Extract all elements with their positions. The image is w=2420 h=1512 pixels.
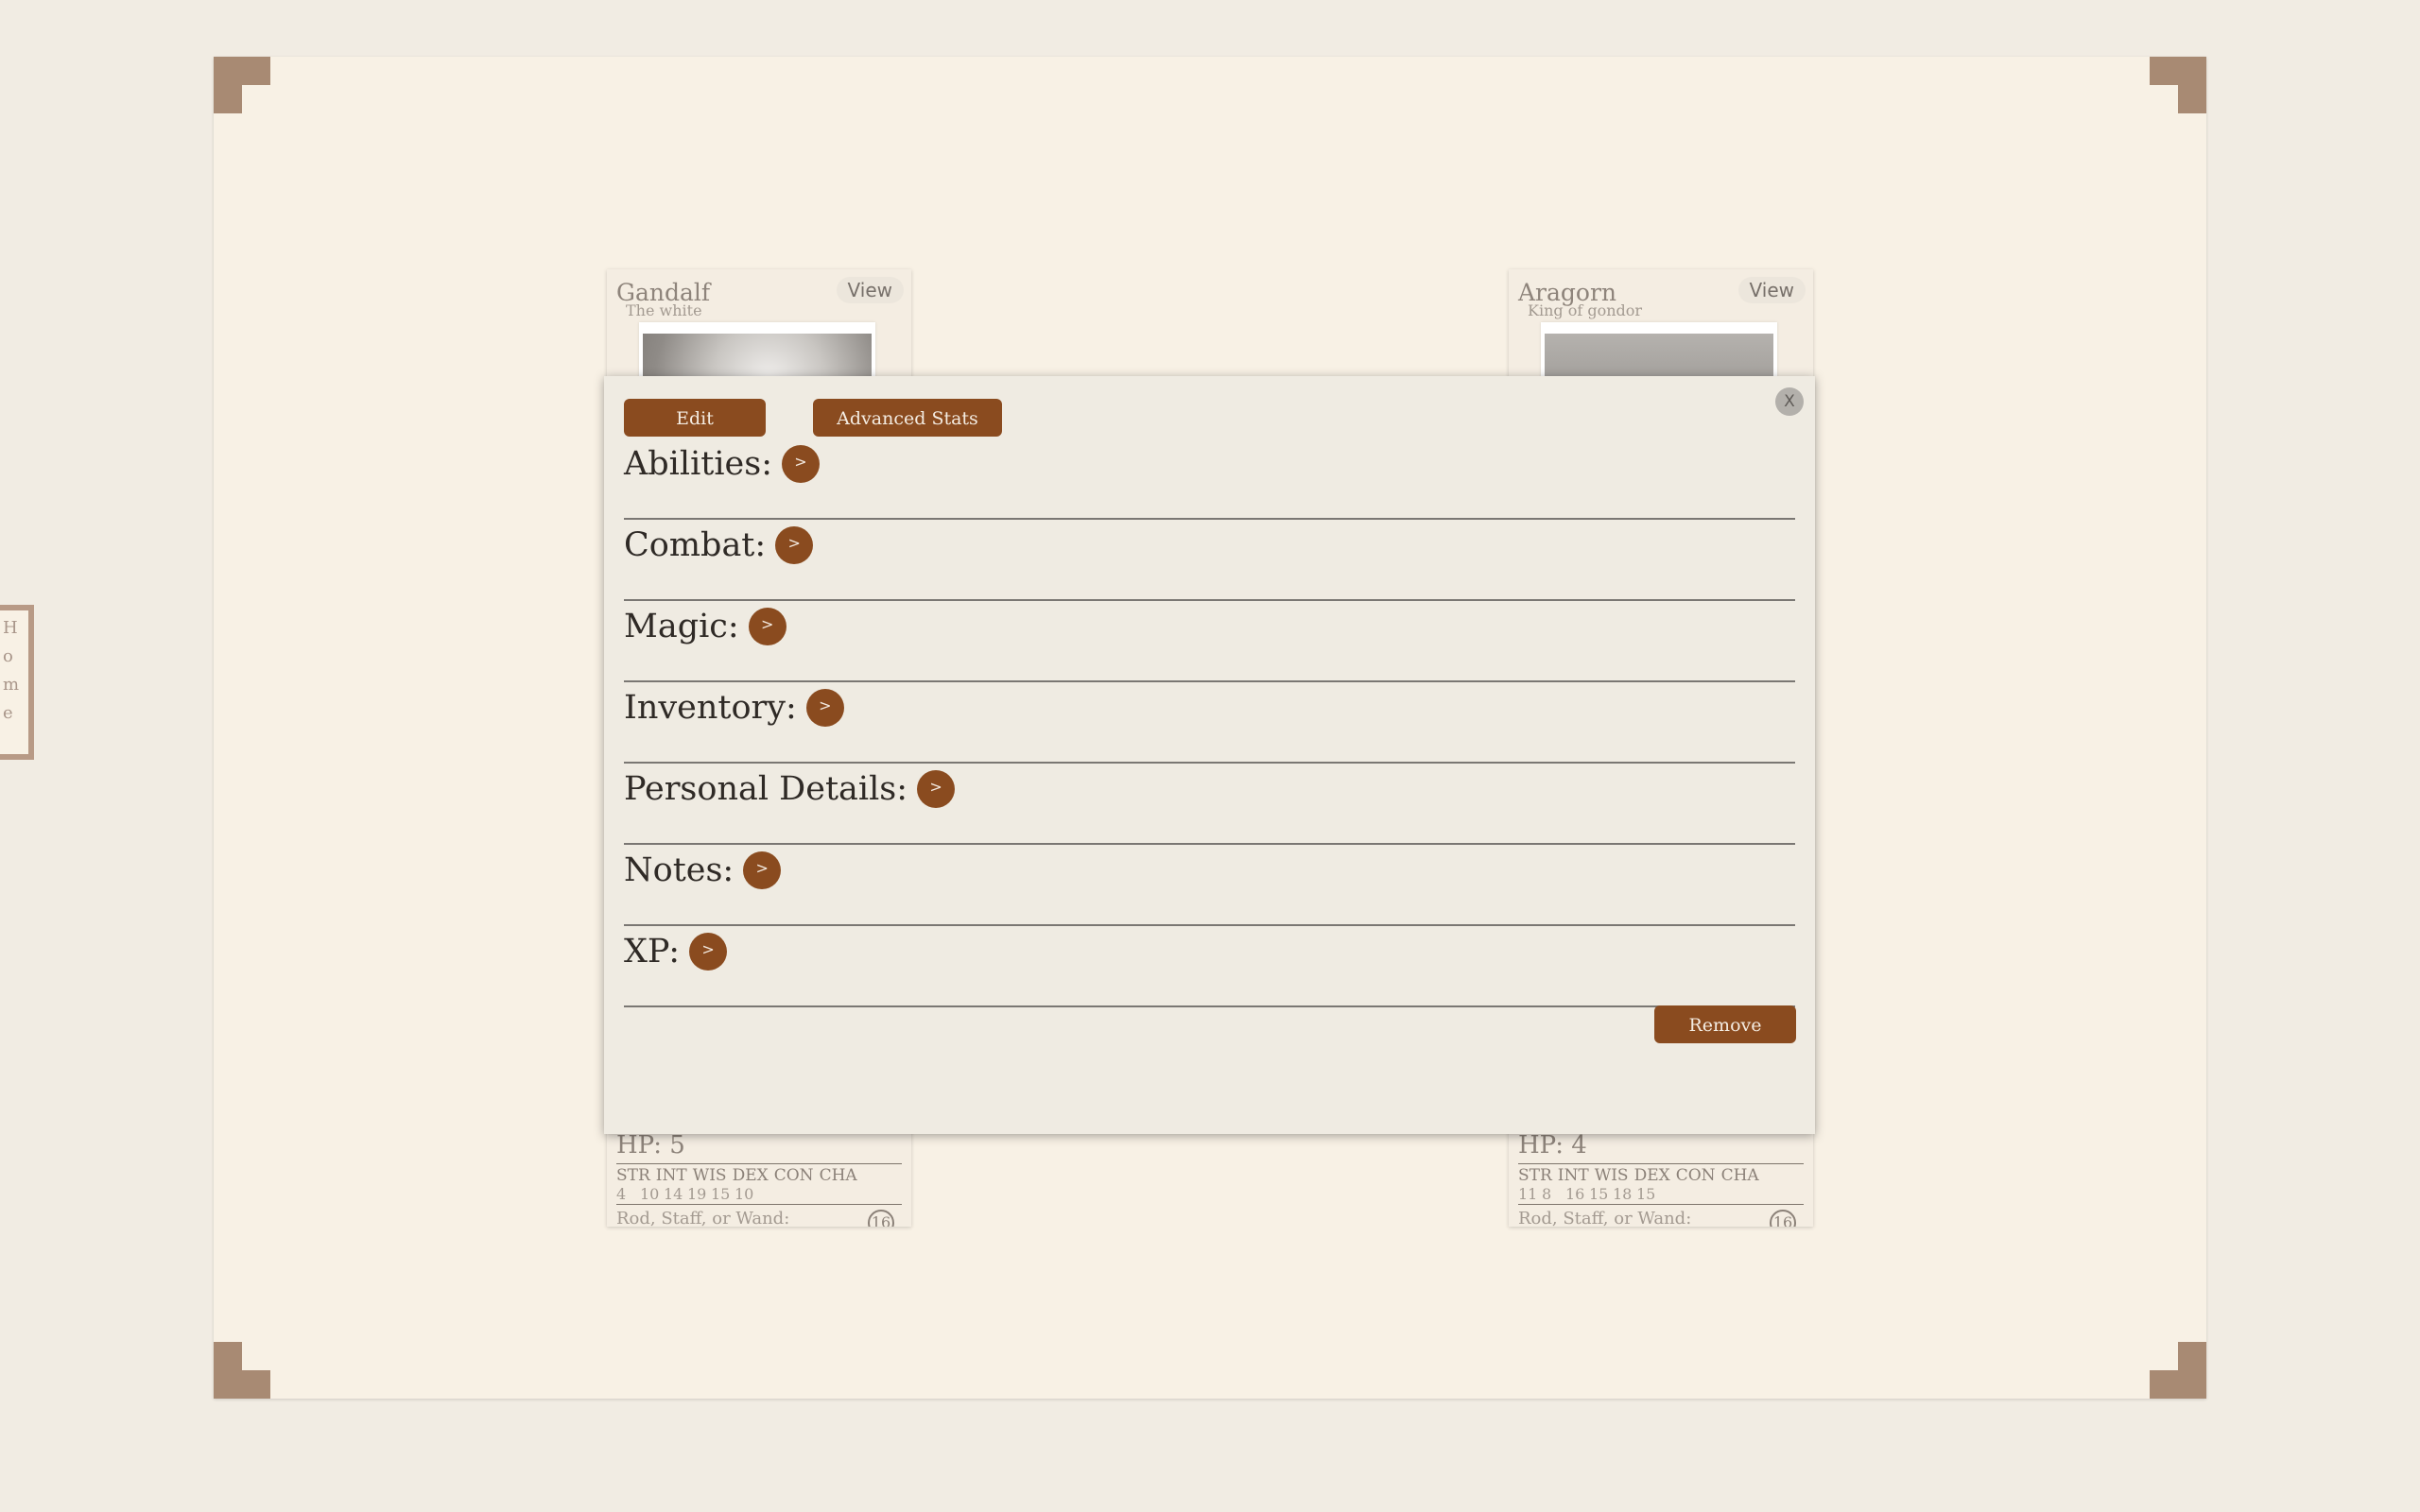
edit-button[interactable]: Edit <box>624 399 766 437</box>
expand-toggle-button[interactable]: > <box>689 933 728 971</box>
stat-value: 4 <box>616 1185 627 1203</box>
view-button[interactable]: View <box>1737 277 1806 303</box>
remove-button[interactable]: Remove <box>1654 1005 1796 1043</box>
stat-header: CHA <box>819 1166 857 1185</box>
corner-ornament-top-right <box>2150 57 2206 113</box>
divider <box>1518 1163 1804 1164</box>
rod-staff-wand-label: Rod, Staff, or Wand: <box>616 1209 790 1227</box>
section-list: Abilities: > Combat: > Magic: > Inventor… <box>624 440 1795 1009</box>
section-title: Abilities: <box>624 445 772 483</box>
section-title: Personal Details: <box>624 770 908 808</box>
stat-value: 15 <box>711 1185 731 1203</box>
stat-value: 19 <box>687 1185 707 1203</box>
stat-value: 16 <box>1565 1185 1585 1203</box>
home-letter: o <box>3 646 13 666</box>
expand-toggle-button[interactable]: > <box>805 689 844 727</box>
rod-staff-wand-value: 16 <box>1770 1210 1796 1227</box>
stat-header: WIS <box>692 1166 727 1185</box>
section-personal-details: Personal Details: > <box>624 765 1795 845</box>
section-title: Notes: <box>624 851 735 889</box>
divider <box>616 1204 902 1205</box>
home-tab-label: H o m e <box>3 620 19 722</box>
section-xp: XP: > <box>624 928 1795 1007</box>
stat-value: 11 <box>1518 1185 1538 1203</box>
character-subtitle: The white <box>626 301 702 319</box>
section-notes: Notes: > <box>624 847 1795 926</box>
character-subtitle: King of gondor <box>1528 301 1643 319</box>
expand-toggle-button[interactable]: > <box>917 770 956 808</box>
rod-staff-wand-label: Rod, Staff, or Wand: <box>1518 1209 1692 1227</box>
corner-ornament-bottom-left <box>214 1342 270 1399</box>
stat-header: INT <box>655 1166 687 1185</box>
divider <box>616 1163 902 1164</box>
stat-values: 11 8 16 15 18 15 <box>1518 1185 1660 1203</box>
stat-header: DEX <box>732 1166 769 1185</box>
stat-header: WIS <box>1594 1166 1629 1185</box>
close-button[interactable]: X <box>1775 387 1804 416</box>
stat-value: 8 <box>1542 1185 1552 1203</box>
home-letter: H <box>3 618 18 638</box>
section-title: Combat: <box>624 526 767 564</box>
advanced-stats-button[interactable]: Advanced Stats <box>813 399 1002 437</box>
corner-ornament-bottom-right <box>2150 1342 2206 1399</box>
corner-ornament-top-left <box>214 57 270 113</box>
home-tab[interactable]: H o m e <box>0 605 34 760</box>
expand-toggle-button[interactable]: > <box>748 608 786 645</box>
stat-header: STR <box>1518 1166 1552 1185</box>
stat-header: CON <box>1675 1166 1716 1185</box>
expand-toggle-button[interactable]: > <box>775 526 814 564</box>
stat-value: 14 <box>664 1185 683 1203</box>
stat-value: 15 <box>1589 1185 1609 1203</box>
rod-staff-wand-value: 16 <box>868 1210 894 1227</box>
section-title: Inventory: <box>624 689 797 727</box>
section-magic: Magic: > <box>624 603 1795 682</box>
divider <box>1518 1204 1804 1205</box>
home-letter: e <box>3 703 13 723</box>
expand-toggle-button[interactable]: > <box>743 851 782 889</box>
section-abilities: Abilities: > <box>624 440 1795 520</box>
home-letter: m <box>3 675 20 695</box>
stat-header: INT <box>1557 1166 1589 1185</box>
stat-value: 18 <box>1613 1185 1633 1203</box>
section-combat: Combat: > <box>624 522 1795 601</box>
expand-toggle-button[interactable]: > <box>782 445 820 483</box>
hp-value: HP: 5 <box>616 1131 685 1160</box>
stat-values: 4 10 14 19 15 10 <box>616 1185 758 1203</box>
stat-headers: STR INT WIS DEX CON CHA <box>616 1166 857 1185</box>
stat-header: DEX <box>1634 1166 1670 1185</box>
hp-value: HP: 4 <box>1518 1131 1587 1160</box>
stat-header: CON <box>773 1166 814 1185</box>
character-detail-modal: Edit Advanced Stats X Abilities: > Comba… <box>604 376 1815 1134</box>
stat-value: 10 <box>735 1185 754 1203</box>
section-inventory: Inventory: > <box>624 684 1795 764</box>
view-button[interactable]: View <box>836 277 904 303</box>
stat-headers: STR INT WIS DEX CON CHA <box>1518 1166 1759 1185</box>
stat-value: 10 <box>640 1185 660 1203</box>
stat-value: 15 <box>1636 1185 1656 1203</box>
stat-header: CHA <box>1720 1166 1759 1185</box>
section-title: XP: <box>624 933 681 971</box>
section-title: Magic: <box>624 608 739 645</box>
stat-header: STR <box>616 1166 650 1185</box>
